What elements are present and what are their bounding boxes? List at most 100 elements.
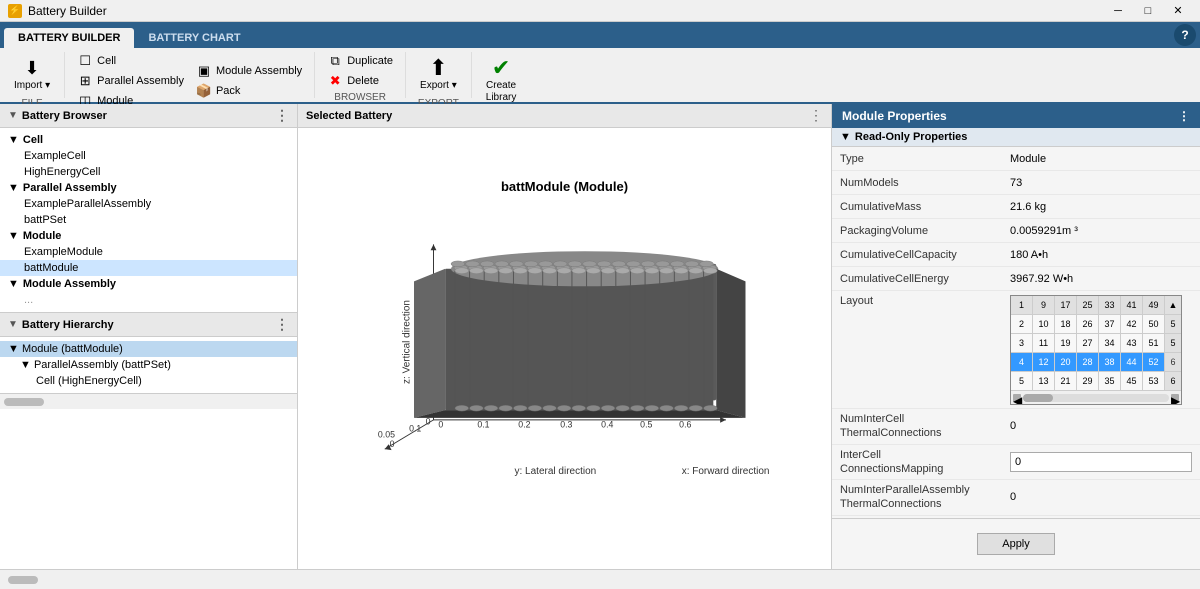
hier-item-module[interactable]: ▼ Module (battModule)	[0, 341, 297, 357]
tree-section-parallel-assembly[interactable]: ▼ Parallel Assembly	[0, 180, 297, 196]
tree-item-batt-module[interactable]: battModule	[0, 260, 297, 276]
battery-hierarchy-title: Battery Hierarchy	[22, 319, 114, 331]
nummodels-label: NumModels	[840, 177, 1010, 189]
tree-item-high-energy-cell[interactable]: HighEnergyCell	[0, 164, 297, 180]
svg-text:0.1: 0.1	[477, 419, 489, 429]
module-section-label: Module	[23, 230, 62, 242]
tree-section-module[interactable]: ▼ Module	[0, 228, 297, 244]
cell-label: Cell	[97, 55, 116, 67]
delete-button[interactable]: ✖ Delete	[323, 72, 397, 90]
import-button[interactable]: ⬇ Import ▾	[8, 52, 56, 96]
type-label: Type	[840, 153, 1010, 165]
window-controls: ─ □ ✕	[1104, 0, 1192, 22]
prop-intercell-mapping: InterCellConnectionsMapping	[832, 445, 1200, 481]
battery-hierarchy-panel: ▼ Battery Hierarchy ⋮ ▼ Module (battModu…	[0, 312, 297, 393]
cell-energy-value: 3967.92 W•h	[1010, 273, 1192, 285]
tree-section-cell[interactable]: ▼ Cell	[0, 132, 297, 148]
hier-item-parallel-assembly[interactable]: ▼ ParallelAssembly (battPSet)	[0, 357, 297, 373]
module-section-arrow: ▼	[8, 230, 19, 242]
selected-battery-tab[interactable]: Selected Battery	[306, 110, 392, 122]
maximize-button[interactable]: □	[1134, 0, 1162, 22]
center-header: Selected Battery ⋮	[298, 104, 831, 128]
parallel-assembly-label: Parallel Assembly	[97, 75, 184, 87]
cell-section-arrow: ▼	[8, 134, 19, 146]
help-button[interactable]: ?	[1174, 24, 1196, 46]
battery-3d-view: battModule (Module) z: Vertical directio…	[355, 179, 775, 519]
pack-icon: 📦	[196, 83, 212, 99]
export-button[interactable]: ⬆ Export ▾	[414, 52, 463, 96]
parallel-assembly-section-label: Parallel Assembly	[23, 182, 117, 194]
delete-icon: ✖	[327, 73, 343, 89]
ribbon-group-library: ✔ CreateLibrary LIBRARY	[472, 52, 531, 98]
svg-text:0.1: 0.1	[409, 423, 421, 433]
nummodels-value: 73	[1010, 177, 1192, 189]
parallel-assembly-button[interactable]: ⊞ Parallel Assembly	[73, 72, 188, 90]
svg-text:0.6: 0.6	[679, 419, 691, 429]
intercell-mapping-label: InterCellConnectionsMapping	[840, 448, 1010, 477]
num-interparallel-thermal-value: 0	[1010, 491, 1192, 503]
close-button[interactable]: ✕	[1164, 0, 1192, 22]
battery-browser-header: ▼ Battery Browser ⋮	[0, 104, 297, 128]
export-icon: ⬆	[426, 56, 450, 80]
center-panel: Selected Battery ⋮ battModule (Module) z…	[298, 104, 832, 569]
create-library-button[interactable]: ✔ CreateLibrary	[480, 52, 523, 108]
tab-battery-builder[interactable]: BATTERY BUILDER	[4, 28, 134, 48]
hier-item-cell[interactable]: Cell (HighEnergyCell)	[0, 373, 297, 389]
ribbon: ⬇ Import ▾ FILE ☐ Cell ⊞ Parallel Assemb…	[0, 48, 1200, 104]
num-intercell-thermal-label: NumInterCellThermalConnections	[840, 412, 1010, 441]
main-area: ▼ Battery Browser ⋮ ▼ Cell ExampleCell H…	[0, 104, 1200, 569]
tab-battery-chart[interactable]: BATTERY CHART	[134, 28, 254, 48]
apply-button[interactable]: Apply	[977, 533, 1055, 555]
delete-label: Delete	[347, 75, 379, 87]
prop-num-intercell-thermal: NumInterCellThermalConnections 0	[832, 409, 1200, 445]
import-icon: ⬇	[20, 56, 44, 80]
battery-hierarchy-menu[interactable]: ⋮	[275, 316, 289, 333]
prop-num-interparallel-thermal: NumInterParallelAssemblyThermalConnectio…	[832, 480, 1200, 516]
minimize-button[interactable]: ─	[1104, 0, 1132, 22]
layout-grid-container: 1 9 17 25 33 41 49 ▲ 2 10 18	[1010, 295, 1182, 405]
left-panel-scrollbar[interactable]	[0, 393, 297, 409]
center-panel-menu[interactable]: ⋮	[809, 107, 823, 124]
battery-browser-menu[interactable]: ⋮	[275, 107, 289, 124]
ribbon-group-export: ⬆ Export ▾ EXPORT	[406, 52, 472, 98]
pack-button[interactable]: 📦 Pack	[192, 82, 306, 100]
export-label: Export ▾	[420, 80, 457, 92]
battery-svg: 0.05 0 0 0.1 0.2 0.3 0.4 0.5 0.6 0 0.05	[375, 202, 765, 472]
right-panel-menu[interactable]: ⋮	[1178, 109, 1190, 123]
duplicate-icon: ⧉	[327, 53, 343, 69]
svg-text:0: 0	[389, 439, 394, 449]
tab-strip: BATTERY BUILDER BATTERY CHART ?	[0, 22, 1200, 48]
prop-packaging-volume: PackagingVolume 0.0059291m ³	[832, 219, 1200, 243]
properties-scroll-area[interactable]: ▼ Read-Only Properties Type Module NumMo…	[832, 128, 1200, 518]
cumulative-mass-label: CumulativeMass	[840, 201, 1010, 213]
intercell-mapping-input[interactable]	[1010, 452, 1192, 472]
tree-item-example-parallel-assembly[interactable]: ExampleParallelAssembly	[0, 196, 297, 212]
num-interparallel-thermal-label: NumInterParallelAssemblyThermalConnectio…	[840, 483, 1010, 512]
svg-text:0.05: 0.05	[377, 429, 394, 439]
apply-section: Apply	[832, 518, 1200, 569]
hierarchy-collapse-arrow[interactable]: ▼	[8, 319, 18, 330]
tree-item-module-assembly-placeholder[interactable]: ...	[0, 292, 297, 308]
browser-collapse-arrow[interactable]: ▼	[8, 110, 18, 121]
tree-item-batt-pset[interactable]: battPSet	[0, 212, 297, 228]
type-value: Module	[1010, 153, 1192, 165]
left-panel: ▼ Battery Browser ⋮ ▼ Cell ExampleCell H…	[0, 104, 298, 569]
packaging-volume-label: PackagingVolume	[840, 225, 1010, 237]
readonly-section-header: ▼ Read-Only Properties	[832, 128, 1200, 147]
module-assembly-section-arrow: ▼	[8, 278, 19, 290]
duplicate-button[interactable]: ⧉ Duplicate	[323, 52, 397, 70]
tree-section-module-assembly[interactable]: ▼ Module Assembly	[0, 276, 297, 292]
tree-item-example-cell[interactable]: ExampleCell	[0, 148, 297, 164]
module-assembly-label: Module Assembly	[216, 65, 302, 77]
module-assembly-button[interactable]: ▣ Module Assembly	[192, 62, 306, 80]
prop-nummodels: NumModels 73	[832, 171, 1200, 195]
ribbon-group-file: ⬇ Import ▾ FILE	[0, 52, 65, 98]
cell-icon: ☐	[77, 53, 93, 69]
ribbon-group-create: ☐ Cell ⊞ Parallel Assembly ◫ Module ▣ Mo…	[65, 52, 315, 98]
ribbon-group-browser: ⧉ Duplicate ✖ Delete BROWSER	[315, 52, 406, 98]
expand-readonly-arrow[interactable]: ▼	[840, 131, 851, 143]
app-icon: ⚡	[8, 4, 22, 18]
cell-button[interactable]: ☐ Cell	[73, 52, 188, 70]
tree-item-example-module[interactable]: ExampleModule	[0, 244, 297, 260]
svg-text:0.5: 0.5	[640, 419, 652, 429]
